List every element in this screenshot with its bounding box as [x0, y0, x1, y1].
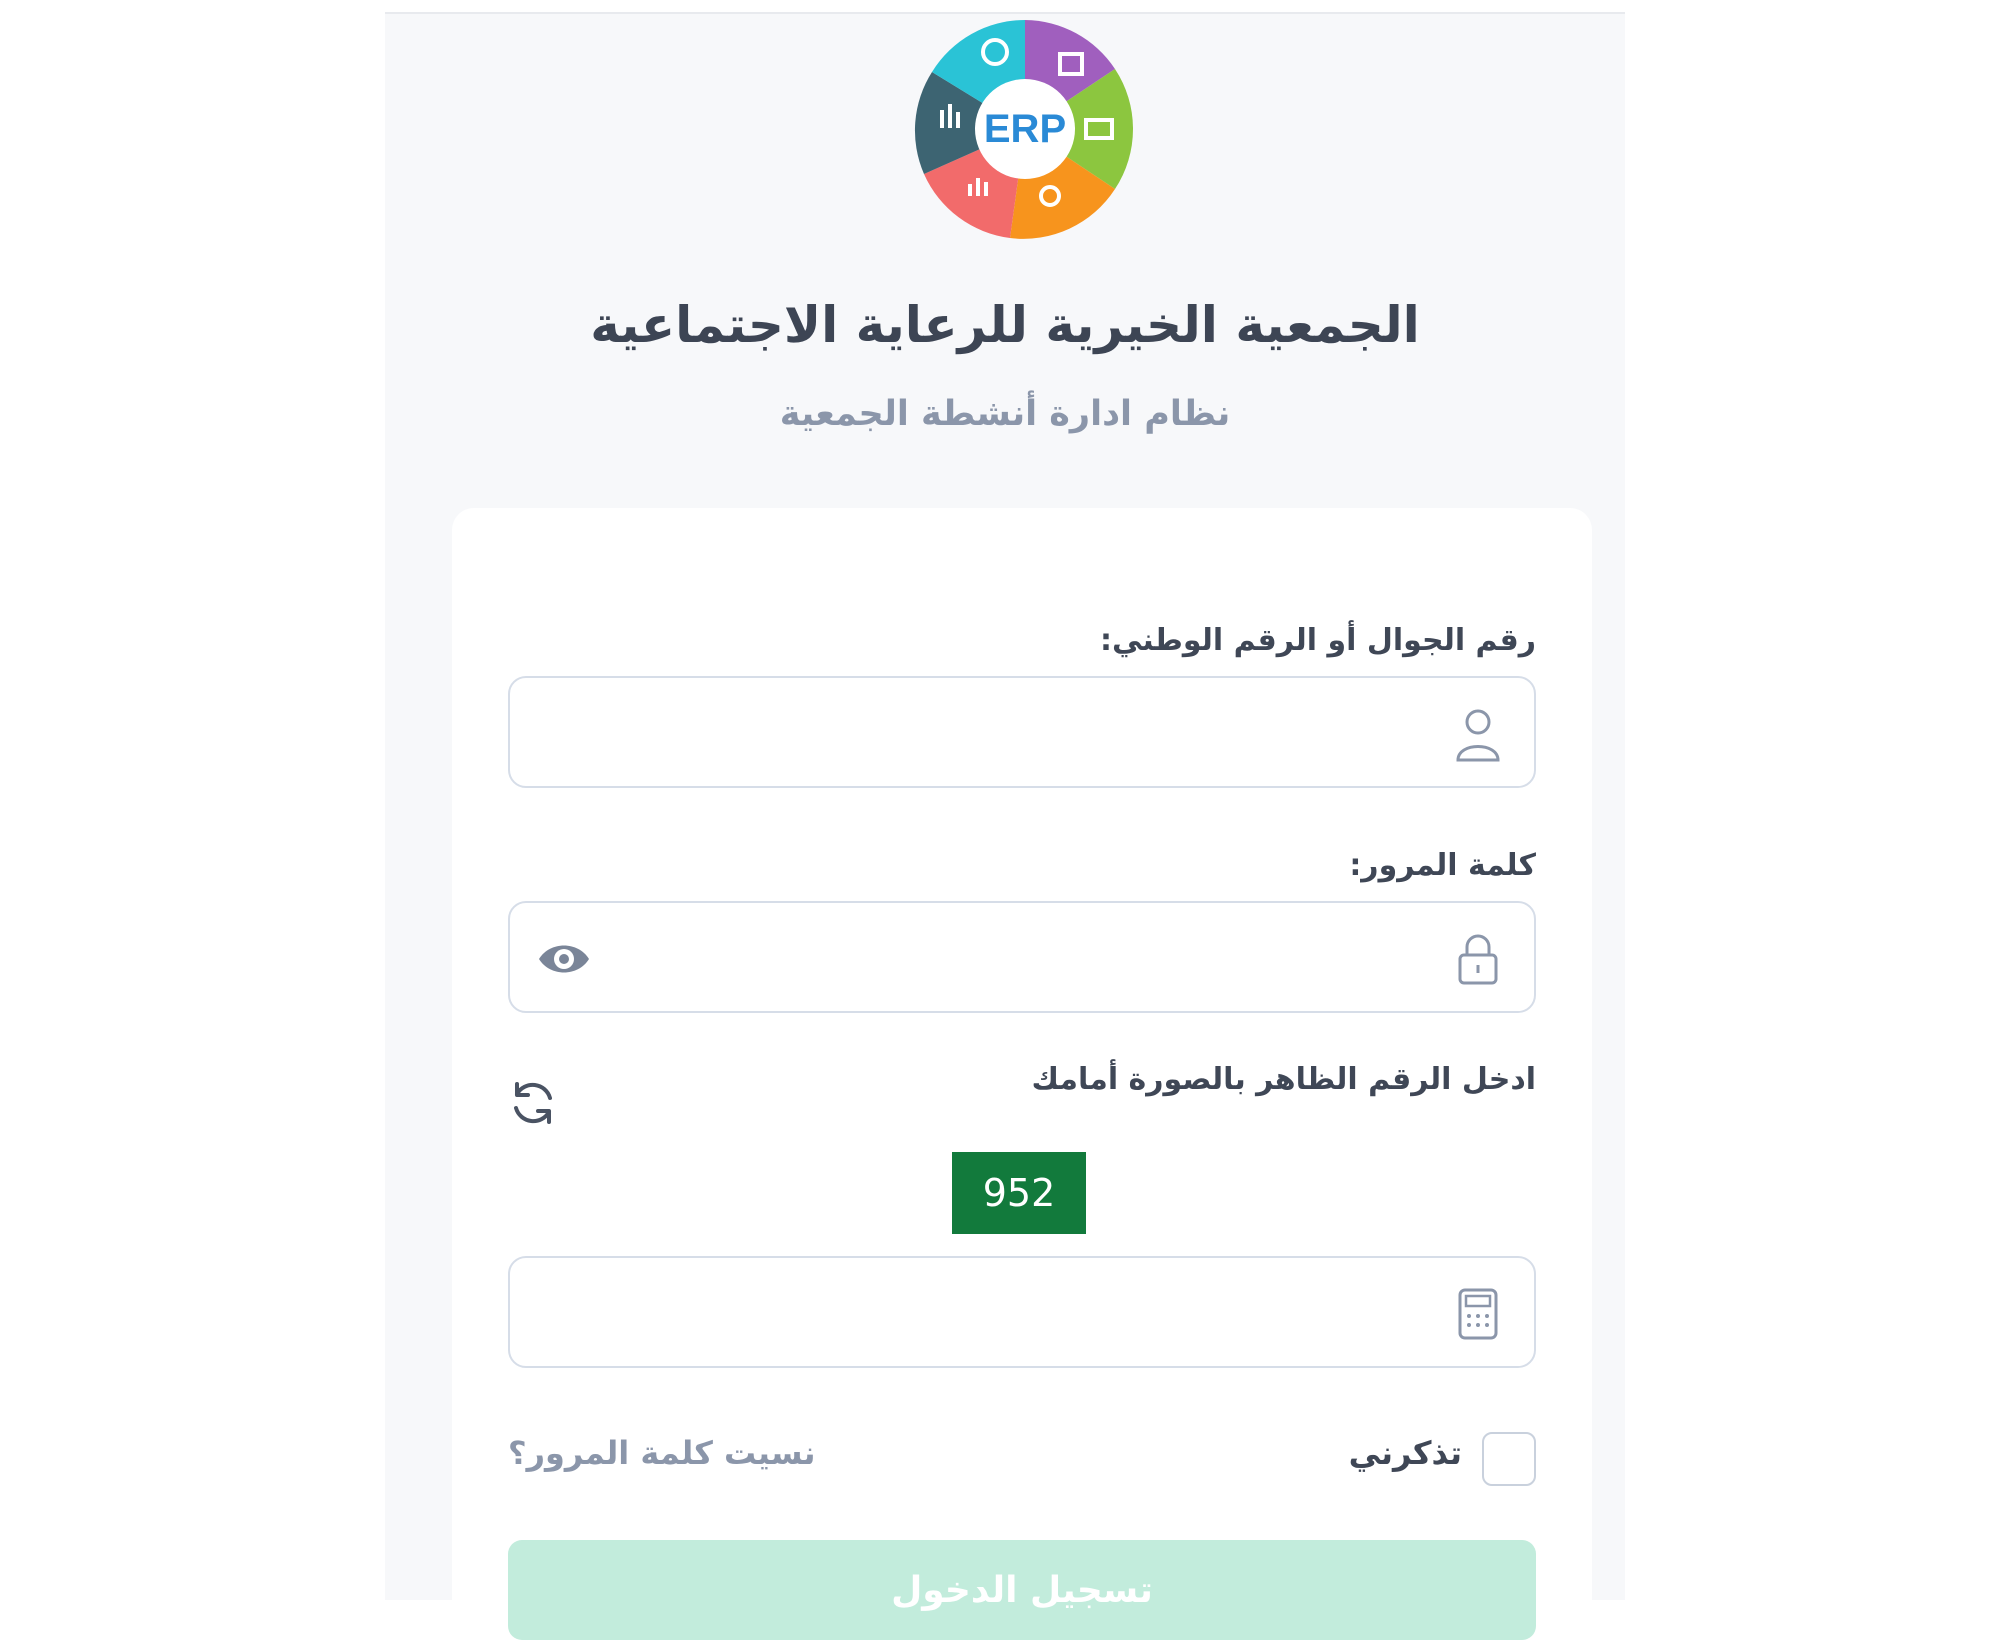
logo-text: ERP — [984, 107, 1066, 151]
remember-me-label: تذكرني — [1348, 1434, 1462, 1472]
captcha-input[interactable] — [610, 1258, 1434, 1366]
user-icon — [1456, 709, 1500, 762]
username-label: رقم الجوال أو الرقم الوطني: — [1099, 623, 1536, 658]
page-title: الجمعية الخيرية للرعاية الاجتماعية — [590, 296, 1420, 354]
erp-logo: ERP — [914, 19, 1133, 239]
captcha-field[interactable] — [508, 1256, 1536, 1368]
remember-me-checkbox[interactable] — [1482, 1432, 1536, 1486]
username-input[interactable] — [610, 678, 1434, 786]
login-button[interactable]: تسجيل الدخول — [508, 1540, 1536, 1640]
login-card: رقم الجوال أو الرقم الوطني: كلمة المرور:… — [452, 508, 1592, 1640]
page-subtitle: نظام ادارة أنشطة الجمعية — [779, 394, 1231, 434]
forgot-password-link[interactable]: نسيت كلمة المرور؟ — [508, 1434, 816, 1472]
calculator-icon — [1458, 1288, 1498, 1340]
captcha-label: ادخل الرقم الظاهر بالصورة أمامك — [1031, 1062, 1536, 1097]
lock-icon — [1458, 934, 1498, 985]
password-field[interactable] — [508, 901, 1536, 1013]
eye-icon[interactable] — [536, 935, 592, 983]
password-label: كلمة المرور: — [1349, 848, 1536, 883]
captcha-image: 952 — [952, 1152, 1086, 1234]
password-input[interactable] — [610, 903, 1434, 1011]
username-field[interactable] — [508, 676, 1536, 788]
refresh-icon[interactable] — [508, 1078, 558, 1128]
login-page: ERP الجمعية الخيرية للرعاية الاجتماعية ن… — [385, 12, 1625, 1640]
